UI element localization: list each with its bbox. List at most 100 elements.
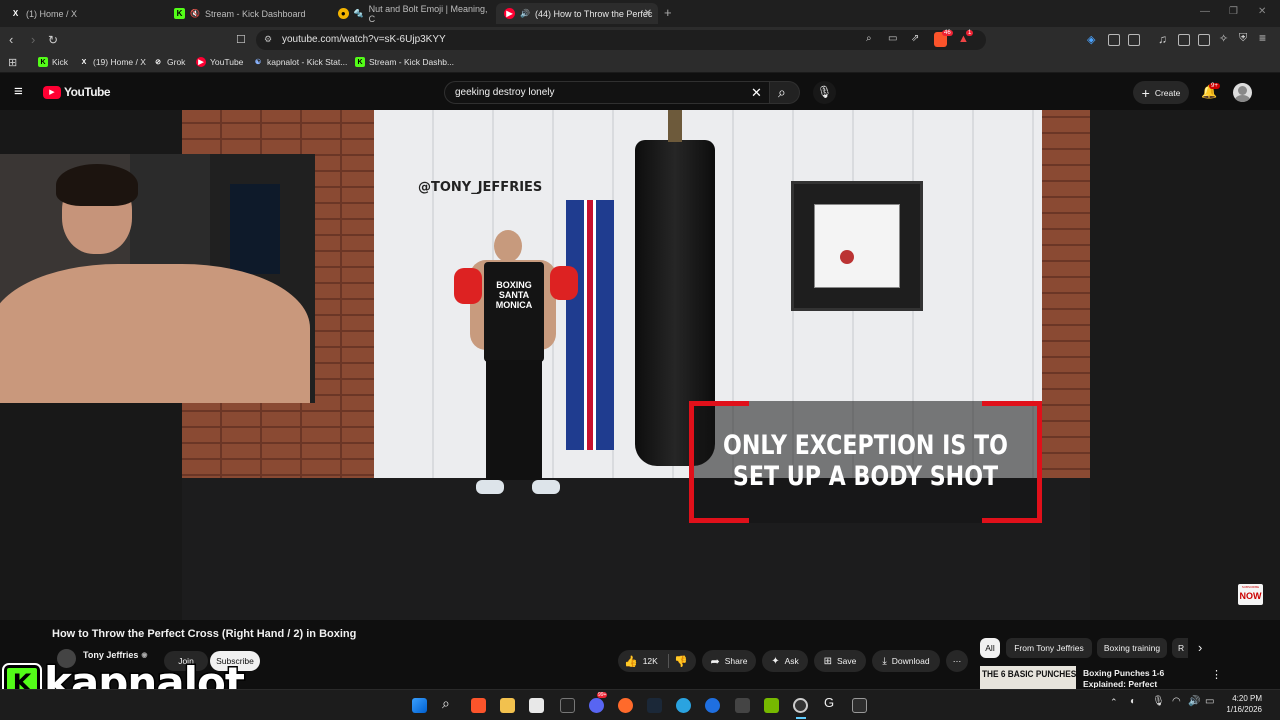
g-app-icon[interactable]: G (824, 695, 834, 710)
hamburger-menu-icon[interactable]: ≡ (14, 83, 23, 100)
wallet-icon[interactable] (1198, 34, 1210, 46)
subscribe-now-watermark[interactable]: SUBSCRIBE NOW (1238, 584, 1263, 605)
maximize-icon[interactable]: ❐ (1229, 6, 1238, 17)
vpn-icon[interactable]: ⛨ (1239, 32, 1247, 45)
menu-icon[interactable]: ≡ (1259, 31, 1266, 45)
discord-icon[interactable] (589, 698, 604, 713)
video-player[interactable]: @TONY_JEFFRIES BOXING SANTA MONICA ONLY … (0, 110, 1280, 620)
reload-icon[interactable]: ↻ (48, 32, 58, 48)
back-icon[interactable]: ‹ (9, 32, 13, 48)
create-button[interactable]: + Create (1133, 81, 1189, 104)
windows-taskbar: ⌕ 99+ G ⌃ ◐ 🎙 ◠ 🔊 ▭ 4:20 PM 1/16/2026 (0, 689, 1280, 720)
search-button[interactable]: ⌕ (770, 81, 800, 104)
nvidia-icon[interactable] (764, 698, 779, 713)
minimize-icon[interactable]: — (1200, 6, 1210, 17)
close-tab-icon[interactable]: ✕ (644, 8, 652, 19)
forward-icon[interactable]: › (31, 32, 35, 48)
download-icon: ⤓ (882, 655, 887, 667)
avatar[interactable] (1233, 83, 1252, 102)
like-count[interactable]: 12K (643, 656, 658, 666)
sidebar-icon[interactable] (1178, 34, 1190, 46)
screenshot-icon[interactable] (1128, 34, 1140, 46)
battery-icon[interactable]: ▭ (1205, 696, 1214, 707)
shirt-text: BOXING SANTA MONICA (495, 280, 533, 310)
shields-count-badge: 46 (942, 30, 953, 36)
clear-search-icon[interactable]: ✕ (751, 85, 762, 101)
search-icon[interactable]: ⌕ (442, 695, 450, 712)
chip-label: Boxing training (1103, 643, 1161, 653)
recommendation-thumbnail[interactable]: THE 6 BASIC PUNCHES (980, 666, 1076, 690)
bookmark-label: Kick (52, 57, 69, 67)
bookmark-youtube[interactable]: ▶ YouTube (196, 57, 243, 67)
chip-label: From Tony Jeffries (1014, 643, 1084, 653)
tray-overflow-icon[interactable]: ⌃ (1110, 697, 1118, 708)
create-label: Create (1154, 87, 1181, 98)
filter-chip-all[interactable]: All (980, 638, 1000, 658)
extensions-icon[interactable] (1108, 34, 1120, 46)
obs-studio-icon[interactable] (793, 698, 808, 713)
obs-app-icon[interactable] (618, 698, 633, 713)
more-vertical-icon[interactable]: ⋮ (1211, 668, 1222, 681)
bookmark-icon[interactable]: ☐ (236, 32, 246, 48)
close-window-icon[interactable]: ✕ (1258, 6, 1266, 17)
bookmark-grok[interactable]: ⊘ Grok (153, 57, 185, 67)
search-input[interactable]: geeking destroy lonely (455, 87, 555, 98)
tab-kick-dashboard[interactable]: K 🔇 Stream - Kick Dashboard (166, 3, 328, 24)
more-actions-button[interactable]: ⋯ (946, 650, 968, 672)
x-logo-icon: X (12, 9, 19, 18)
settings-app-icon[interactable] (735, 698, 750, 713)
share-button[interactable]: ➦ Share (702, 650, 756, 672)
tab-x-home[interactable]: X (1) Home / X (2, 3, 164, 24)
chevron-right-icon[interactable]: › (1198, 640, 1202, 655)
search-box[interactable]: geeking destroy lonely ✕ (444, 81, 770, 104)
recommendation-title[interactable]: Boxing Punches 1-6 Explained: Perfect Te… (1083, 668, 1205, 688)
windows-start-icon[interactable] (412, 698, 427, 713)
zoom-icon[interactable]: ⌕ (866, 33, 872, 44)
apps-grid-icon[interactable]: ⊞ (8, 56, 17, 69)
wifi-icon[interactable]: ◠ (1172, 696, 1181, 707)
music-icon[interactable]: ♫ (1158, 32, 1167, 46)
bookmark-x-home[interactable]: X (19) Home / X (79, 57, 146, 67)
clock-time: 4:20 PM (1232, 694, 1262, 703)
bookmark-kick[interactable]: K Kick (38, 57, 68, 67)
watermark-line-2: NOW (1239, 591, 1262, 601)
epic-games-icon[interactable] (560, 698, 575, 713)
cast-icon[interactable]: ▭ (888, 33, 897, 44)
speech-extension-icon[interactable]: ◈ (1087, 33, 1095, 46)
bookmark-kick-dashboard[interactable]: K Stream - Kick Dashb... (355, 57, 454, 67)
share-page-icon[interactable]: ⇗ (911, 33, 919, 44)
steam-icon[interactable] (647, 698, 662, 713)
site-info-icon[interactable]: ⚙ (264, 34, 272, 45)
tab-nut-bolt-emoji[interactable]: ● 🔩 Nut and Bolt Emoji | Meaning, C (330, 3, 492, 24)
microphone-icon[interactable]: 🎙 (1152, 696, 1165, 707)
clock-date: 1/16/2026 (1226, 705, 1262, 714)
filter-chip-boxing-training[interactable]: Boxing training (1097, 638, 1167, 658)
download-button[interactable]: ⤓ Download (872, 650, 940, 672)
filter-chip-from-channel[interactable]: From Tony Jeffries (1006, 638, 1092, 658)
leo-ai-icon[interactable]: ✧ (1219, 32, 1228, 45)
filter-chip-partial[interactable]: R (1172, 638, 1188, 658)
address-bar[interactable]: ⚙ youtube.com/watch?v=sK-6Ujp3KYY ⌕ ▭ ⇗ … (256, 30, 986, 50)
bookmark-kapnalot-stats[interactable]: ☯ kapnalot - Kick Stat... (253, 57, 347, 67)
dislike-icon[interactable]: 👎 (674, 655, 688, 668)
discord-badge: 99+ (597, 692, 608, 698)
discord-tray-icon[interactable]: ◐ (1130, 696, 1136, 707)
volume-icon[interactable]: 🔊 (1188, 696, 1200, 707)
chip-label: R (1178, 643, 1185, 653)
like-icon[interactable]: 👍 (624, 655, 638, 668)
youtube-home-logo[interactable]: ▶ YouTube (43, 85, 111, 99)
tab-youtube-video[interactable]: ▶ 🔊 (44) How to Throw the Perfec ✕ (496, 3, 658, 24)
ask-button[interactable]: ✦ Ask (762, 650, 808, 672)
edge-icon[interactable] (705, 698, 720, 713)
file-explorer-icon[interactable] (500, 698, 515, 713)
app-icon[interactable] (529, 698, 544, 713)
voice-search-button[interactable]: 🎙 (813, 81, 836, 104)
tab-title: Nut and Bolt Emoji | Meaning, C (368, 3, 488, 24)
capture-app-icon[interactable] (852, 698, 867, 713)
telegram-icon[interactable] (676, 698, 691, 713)
share-label: Share (724, 656, 748, 666)
brave-browser-icon[interactable] (471, 698, 486, 713)
clock[interactable]: 4:20 PM 1/16/2026 (1222, 693, 1262, 715)
save-button[interactable]: ⊞ Save (814, 650, 866, 672)
new-tab-button[interactable]: + (664, 5, 672, 20)
